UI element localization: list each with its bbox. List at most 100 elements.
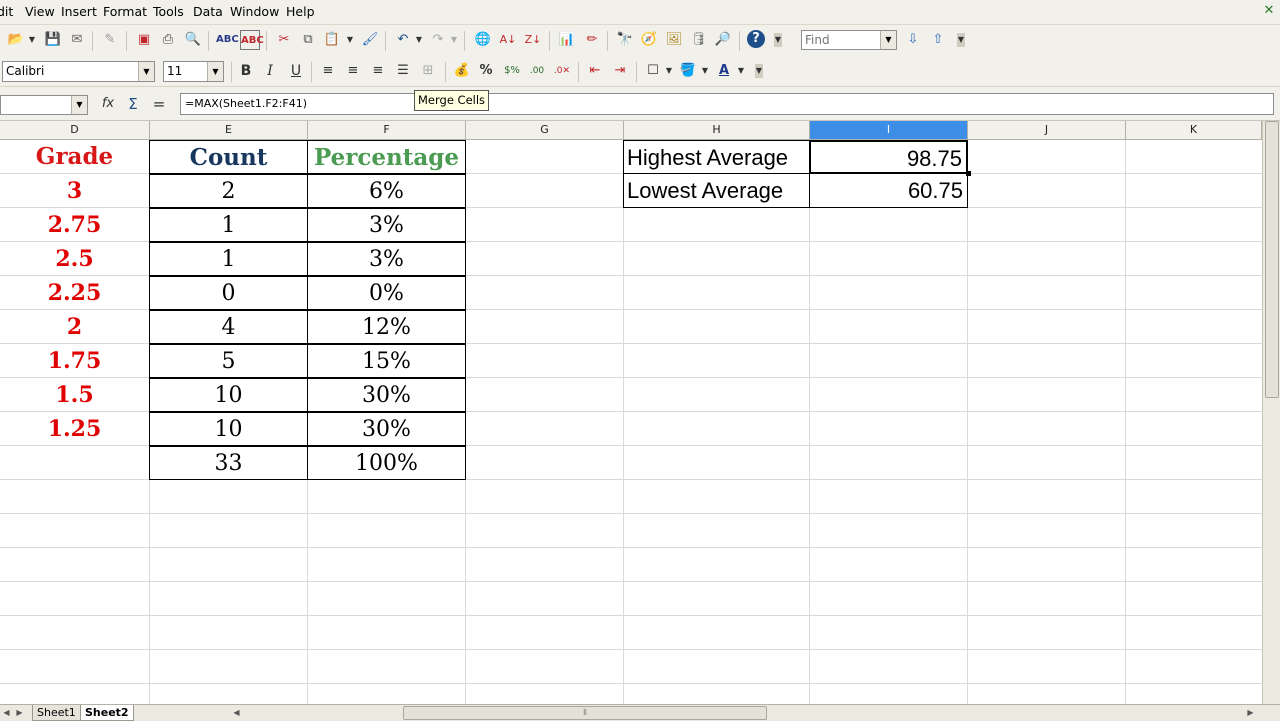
grade-cell[interactable]: 2.25: [0, 276, 149, 310]
italic-button[interactable]: I: [260, 61, 280, 81]
count-cell[interactable]: 0: [149, 276, 308, 310]
close-document-icon[interactable]: ✕: [1262, 4, 1276, 18]
find-combobox[interactable]: ▼: [801, 30, 897, 50]
fill-handle[interactable]: [966, 171, 971, 176]
count-cell[interactable]: 10: [149, 378, 308, 412]
menu-view[interactable]: View: [25, 4, 55, 19]
email-icon[interactable]: ✉: [67, 30, 87, 50]
chevron-down-icon[interactable]: ▼: [207, 62, 223, 81]
count-cell[interactable]: 10: [149, 412, 308, 446]
find-input[interactable]: [802, 31, 883, 49]
increase-indent-icon[interactable]: ⇥: [610, 61, 630, 81]
redo-dropdown-icon[interactable]: ▼: [450, 30, 458, 50]
column-header-j[interactable]: J: [968, 121, 1126, 139]
horizontal-scrollbar[interactable]: ◀ ⦀ ▶: [230, 706, 1260, 720]
undo-dropdown-icon[interactable]: ▼: [415, 30, 423, 50]
redo-icon[interactable]: ↷: [428, 30, 448, 50]
print-icon[interactable]: ⎙: [158, 30, 178, 50]
grade-cell[interactable]: 2: [0, 310, 149, 344]
undo-icon[interactable]: ↶: [393, 30, 413, 50]
toolbar-overflow-icon[interactable]: ▼: [774, 33, 782, 47]
column-header-i[interactable]: I: [810, 121, 968, 139]
paste-dropdown-icon[interactable]: ▼: [346, 30, 354, 50]
cut-icon[interactable]: ✂: [274, 30, 294, 50]
menu-format[interactable]: Format: [103, 4, 147, 19]
export-pdf-icon[interactable]: ▣: [134, 30, 154, 50]
data-sources-icon[interactable]: 🛢: [689, 30, 709, 50]
count-cell[interactable]: 1: [149, 242, 308, 276]
find-replace-icon[interactable]: 🔭: [615, 30, 635, 50]
align-right-icon[interactable]: ≡: [368, 61, 388, 81]
help-icon[interactable]: ?: [747, 30, 765, 48]
font-size-combobox[interactable]: 11 ▼: [163, 61, 224, 82]
grade-cell[interactable]: 1.75: [0, 344, 149, 378]
gallery-icon[interactable]: 🖼: [664, 30, 684, 50]
percentage-cell[interactable]: 3%: [307, 242, 466, 276]
total-percentage-cell[interactable]: 100%: [307, 446, 466, 480]
open-dropdown-icon[interactable]: ▼: [28, 30, 36, 50]
sheet-tab-sheet2[interactable]: Sheet2: [80, 705, 134, 721]
delete-decimal-icon[interactable]: .0✕: [552, 61, 572, 81]
percentage-header-cell[interactable]: Percentage: [307, 140, 466, 174]
hyperlink-icon[interactable]: 🌐: [473, 30, 493, 50]
menu-help[interactable]: Help: [286, 4, 315, 19]
font-color-icon[interactable]: A: [714, 61, 734, 81]
open-icon[interactable]: 📂: [6, 30, 26, 50]
find-previous-icon[interactable]: ⇧: [928, 30, 948, 50]
find-next-icon[interactable]: ⇩: [903, 30, 923, 50]
percentage-cell[interactable]: 0%: [307, 276, 466, 310]
chevron-down-icon[interactable]: ▼: [880, 31, 896, 49]
navigator-icon[interactable]: 🧭: [639, 30, 659, 50]
name-box[interactable]: ▼: [0, 95, 88, 115]
sort-ascending-icon[interactable]: A↓: [498, 30, 518, 50]
formatting-overflow-icon[interactable]: ▼: [755, 64, 763, 78]
tab-scroll-next-icon[interactable]: ▶: [13, 706, 26, 719]
align-left-icon[interactable]: ≡: [318, 61, 338, 81]
chevron-down-icon[interactable]: ▼: [138, 62, 154, 81]
font-name-combobox[interactable]: Calibri ▼: [2, 61, 155, 82]
percentage-cell[interactable]: 6%: [307, 174, 466, 208]
menu-insert[interactable]: Insert: [61, 4, 97, 19]
chart-icon[interactable]: 📊: [557, 30, 577, 50]
merge-cells-icon[interactable]: ⊞: [418, 61, 438, 81]
clone-formatting-icon[interactable]: 🖌: [360, 30, 380, 50]
edit-file-icon[interactable]: ✎: [100, 30, 120, 50]
grade-cell[interactable]: 1.5: [0, 378, 149, 412]
column-header-d[interactable]: D: [0, 121, 150, 139]
grade-cell[interactable]: 3: [0, 174, 149, 208]
add-decimal-icon[interactable]: .00: [527, 61, 547, 81]
tab-scroll-prev-icon[interactable]: ◀: [0, 706, 13, 719]
background-color-dropdown-icon[interactable]: ▼: [701, 61, 709, 81]
lowest-average-value[interactable]: 60.75: [809, 174, 968, 208]
percent-format-button[interactable]: %: [476, 61, 496, 81]
equals-function-icon[interactable]: =: [149, 94, 169, 114]
menu-edit[interactable]: dit: [0, 4, 13, 19]
autospellcheck-icon[interactable]: ABC: [240, 30, 264, 50]
column-header-e[interactable]: E: [150, 121, 308, 139]
save-icon[interactable]: 💾: [43, 30, 63, 50]
font-color-dropdown-icon[interactable]: ▼: [737, 61, 745, 81]
percentage-cell[interactable]: 3%: [307, 208, 466, 242]
spreadsheet-grid[interactable]: Grade Count Percentage 3 2 6% 2.75 1 3% …: [0, 140, 1262, 704]
background-color-icon[interactable]: 🪣: [678, 61, 698, 81]
count-cell[interactable]: 2: [149, 174, 308, 208]
borders-dropdown-icon[interactable]: ▼: [665, 61, 673, 81]
scroll-right-icon[interactable]: ▶: [1244, 706, 1257, 719]
vertical-scrollbar[interactable]: [1262, 121, 1280, 704]
percentage-cell[interactable]: 30%: [307, 412, 466, 446]
grade-cell[interactable]: 2.5: [0, 242, 149, 276]
menu-window[interactable]: Window: [230, 4, 279, 19]
bold-button[interactable]: B: [236, 61, 256, 81]
scroll-left-icon[interactable]: ◀: [230, 706, 243, 719]
menu-tools[interactable]: Tools: [153, 4, 184, 19]
count-header-cell[interactable]: Count: [149, 140, 308, 174]
justify-icon[interactable]: ☰: [393, 61, 413, 81]
grade-header-cell[interactable]: Grade: [0, 140, 149, 174]
zoom-icon[interactable]: 🔎: [713, 30, 733, 50]
paste-icon[interactable]: 📋: [322, 30, 342, 50]
sum-icon[interactable]: Σ: [123, 94, 143, 114]
grade-cell[interactable]: 1.25: [0, 412, 149, 446]
highest-average-label[interactable]: Highest Average: [623, 140, 810, 174]
column-header-f[interactable]: F: [308, 121, 466, 139]
sort-descending-icon[interactable]: Z↓: [523, 30, 543, 50]
